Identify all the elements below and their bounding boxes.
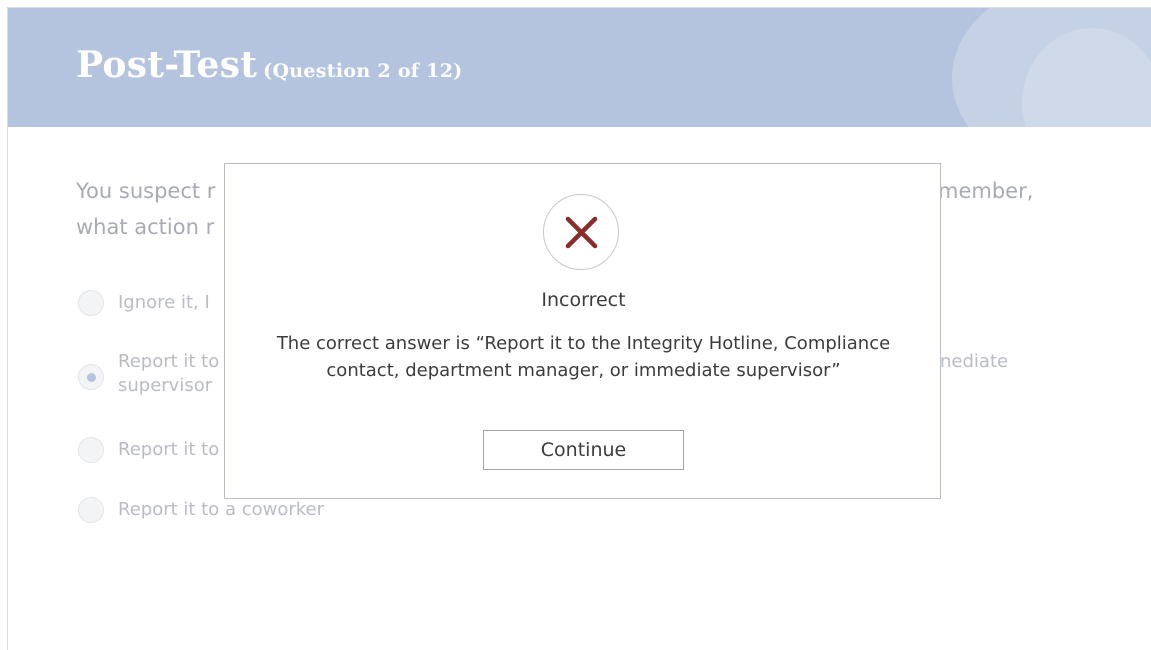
option-label: Report it to [118, 439, 220, 460]
x-icon [543, 194, 619, 270]
option-label-line-2: supervisor [118, 375, 213, 396]
feedback-message: The correct answer is “Report it to the … [276, 333, 891, 381]
option-label: Report it to a coworker [118, 499, 325, 520]
radio-button[interactable] [78, 437, 104, 463]
question-line-1: You suspect r [76, 179, 216, 203]
option-label: Ignore it, I [118, 292, 210, 313]
title-text: Post-Test [76, 44, 258, 86]
feedback-dialog: Incorrect The correct answer is “Report … [224, 163, 941, 499]
radio-button[interactable] [78, 290, 104, 316]
option-label-end: nediate [940, 351, 1009, 372]
option-label: Report it to [118, 351, 220, 372]
radio-button-selected[interactable] [78, 364, 104, 390]
question-line-2: what action r [76, 215, 215, 239]
result-heading: Incorrect [541, 289, 626, 311]
question-counter: (Question 2 of 12) [263, 60, 463, 82]
header-banner: Post-Test (Question 2 of 12) [8, 8, 1151, 127]
radio-button[interactable] [78, 497, 104, 523]
question-line-1-end: member, [938, 179, 1034, 203]
page: Post-Test (Question 2 of 12) You suspect … [0, 0, 1151, 650]
continue-button[interactable]: Continue [483, 430, 684, 470]
page-title: Post-Test (Question 2 of 12) [76, 44, 463, 86]
